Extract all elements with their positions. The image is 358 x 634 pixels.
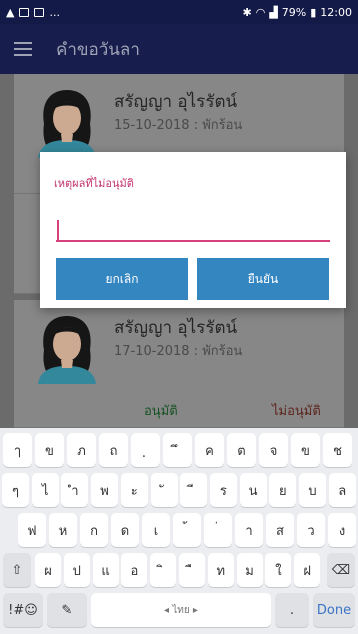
key[interactable]: ช [323, 433, 352, 467]
keyboard-row-3: ฟหกดเ้่าสวง [0, 513, 358, 547]
key[interactable]: ื [179, 553, 205, 587]
key[interactable]: ส [266, 513, 294, 547]
key[interactable]: ว [297, 513, 325, 547]
key[interactable]: ฺ [131, 433, 160, 467]
more-notifications: ... [49, 5, 60, 19]
battery-icon: ▮ [310, 5, 317, 19]
cancel-button[interactable]: ยกเลิก [56, 258, 188, 300]
key[interactable]: ี [180, 473, 208, 507]
key[interactable]: ฟ [18, 513, 46, 547]
shift-key[interactable]: ⇧ [3, 553, 31, 587]
key[interactable]: แ [92, 553, 119, 587]
bluetooth-icon: ✱ [242, 5, 252, 19]
key[interactable]: ม [236, 553, 263, 587]
notification-icons: ▲ ... [6, 6, 60, 19]
space-key[interactable]: ◂ ไทย ▸ [91, 593, 271, 627]
dialog-title: เหตุผลที่ไม่อนุมัติ [54, 177, 134, 190]
key[interactable]: ั [150, 473, 178, 507]
key[interactable]: ค [195, 433, 224, 467]
confirm-button[interactable]: ยืนยัน [197, 258, 329, 300]
done-key[interactable]: Done [313, 593, 355, 627]
key[interactable]: ย [269, 473, 297, 507]
key[interactable]: ะ [120, 473, 148, 507]
key[interactable]: ใ [265, 553, 292, 587]
key[interactable]: พ [91, 473, 119, 507]
keyboard-row-2: ๆไำพะัีรนยบล [0, 473, 358, 507]
key[interactable]: ง [328, 513, 356, 547]
key[interactable]: ๆ [2, 473, 29, 507]
key[interactable]: ห [49, 513, 77, 547]
status-bar: ▲ ... ✱ ◠ ▟ 79% ▮ 12:00 [0, 0, 358, 24]
key[interactable]: ถ [99, 433, 128, 467]
key[interactable]: า [235, 513, 263, 547]
key[interactable]: ภ [67, 433, 96, 467]
text-cursor [57, 220, 59, 240]
symbols-key[interactable]: !#☺ [3, 593, 43, 627]
key[interactable]: ต [227, 433, 256, 467]
key[interactable]: ำ [61, 473, 89, 507]
key[interactable]: ข [35, 433, 64, 467]
key[interactable]: ่ [204, 513, 232, 547]
keyboard-row-5: !#☺ ✎ ◂ ไทย ▸ . Done [0, 593, 358, 627]
key[interactable]: จ [259, 433, 288, 467]
key[interactable]: อ [121, 553, 148, 587]
status-indicators: ✱ ◠ ▟ 79% ▮ 12:00 [242, 6, 352, 19]
reject-reason-dialog: เหตุผลที่ไม่อนุมัติ ยกเลิก ยืนยัน [40, 152, 346, 308]
key[interactable]: บ [299, 473, 326, 507]
soft-keyboard: ๅขภถฺึคตจขช ๆไำพะัีรนยบล ฟหกดเ้่าสวง ⇧ ⌫… [0, 428, 358, 634]
key[interactable]: ล [328, 473, 356, 507]
keyboard-row-1: ๅขภถฺึคตจขช [0, 433, 358, 467]
alert-icon: ▲ [6, 5, 15, 19]
handwriting-key[interactable]: ✎ [47, 593, 87, 627]
key[interactable]: ก [80, 513, 108, 547]
key[interactable]: ผ [35, 553, 61, 587]
key[interactable]: ป [63, 553, 90, 587]
key[interactable]: ้ [173, 513, 201, 547]
key[interactable]: ท [207, 553, 234, 587]
key[interactable]: ด [111, 513, 139, 547]
key[interactable]: เ [142, 513, 170, 547]
key[interactable]: ฝ [294, 553, 321, 587]
clock: 12:00 [320, 5, 352, 19]
key[interactable]: ข [291, 433, 320, 467]
keyboard-row-4: ⇧ ⌫ ผปแอิืทมใฝ [0, 553, 358, 587]
key[interactable]: ึ [163, 433, 192, 467]
key[interactable]: ร [209, 473, 237, 507]
backspace-key[interactable]: ⌫ [327, 553, 355, 587]
key[interactable]: ิ [150, 553, 177, 587]
key[interactable]: ไ [31, 473, 59, 507]
signal-icon: ▟ [269, 5, 278, 19]
key[interactable]: ๅ [3, 433, 32, 467]
key[interactable]: น [239, 473, 267, 507]
period-key[interactable]: . [275, 593, 309, 627]
photo-icon [19, 7, 30, 17]
photo-icon [34, 7, 45, 17]
wifi-icon: ◠ [255, 5, 266, 19]
battery-percent: 79% [281, 5, 307, 19]
reason-input[interactable] [56, 216, 330, 242]
